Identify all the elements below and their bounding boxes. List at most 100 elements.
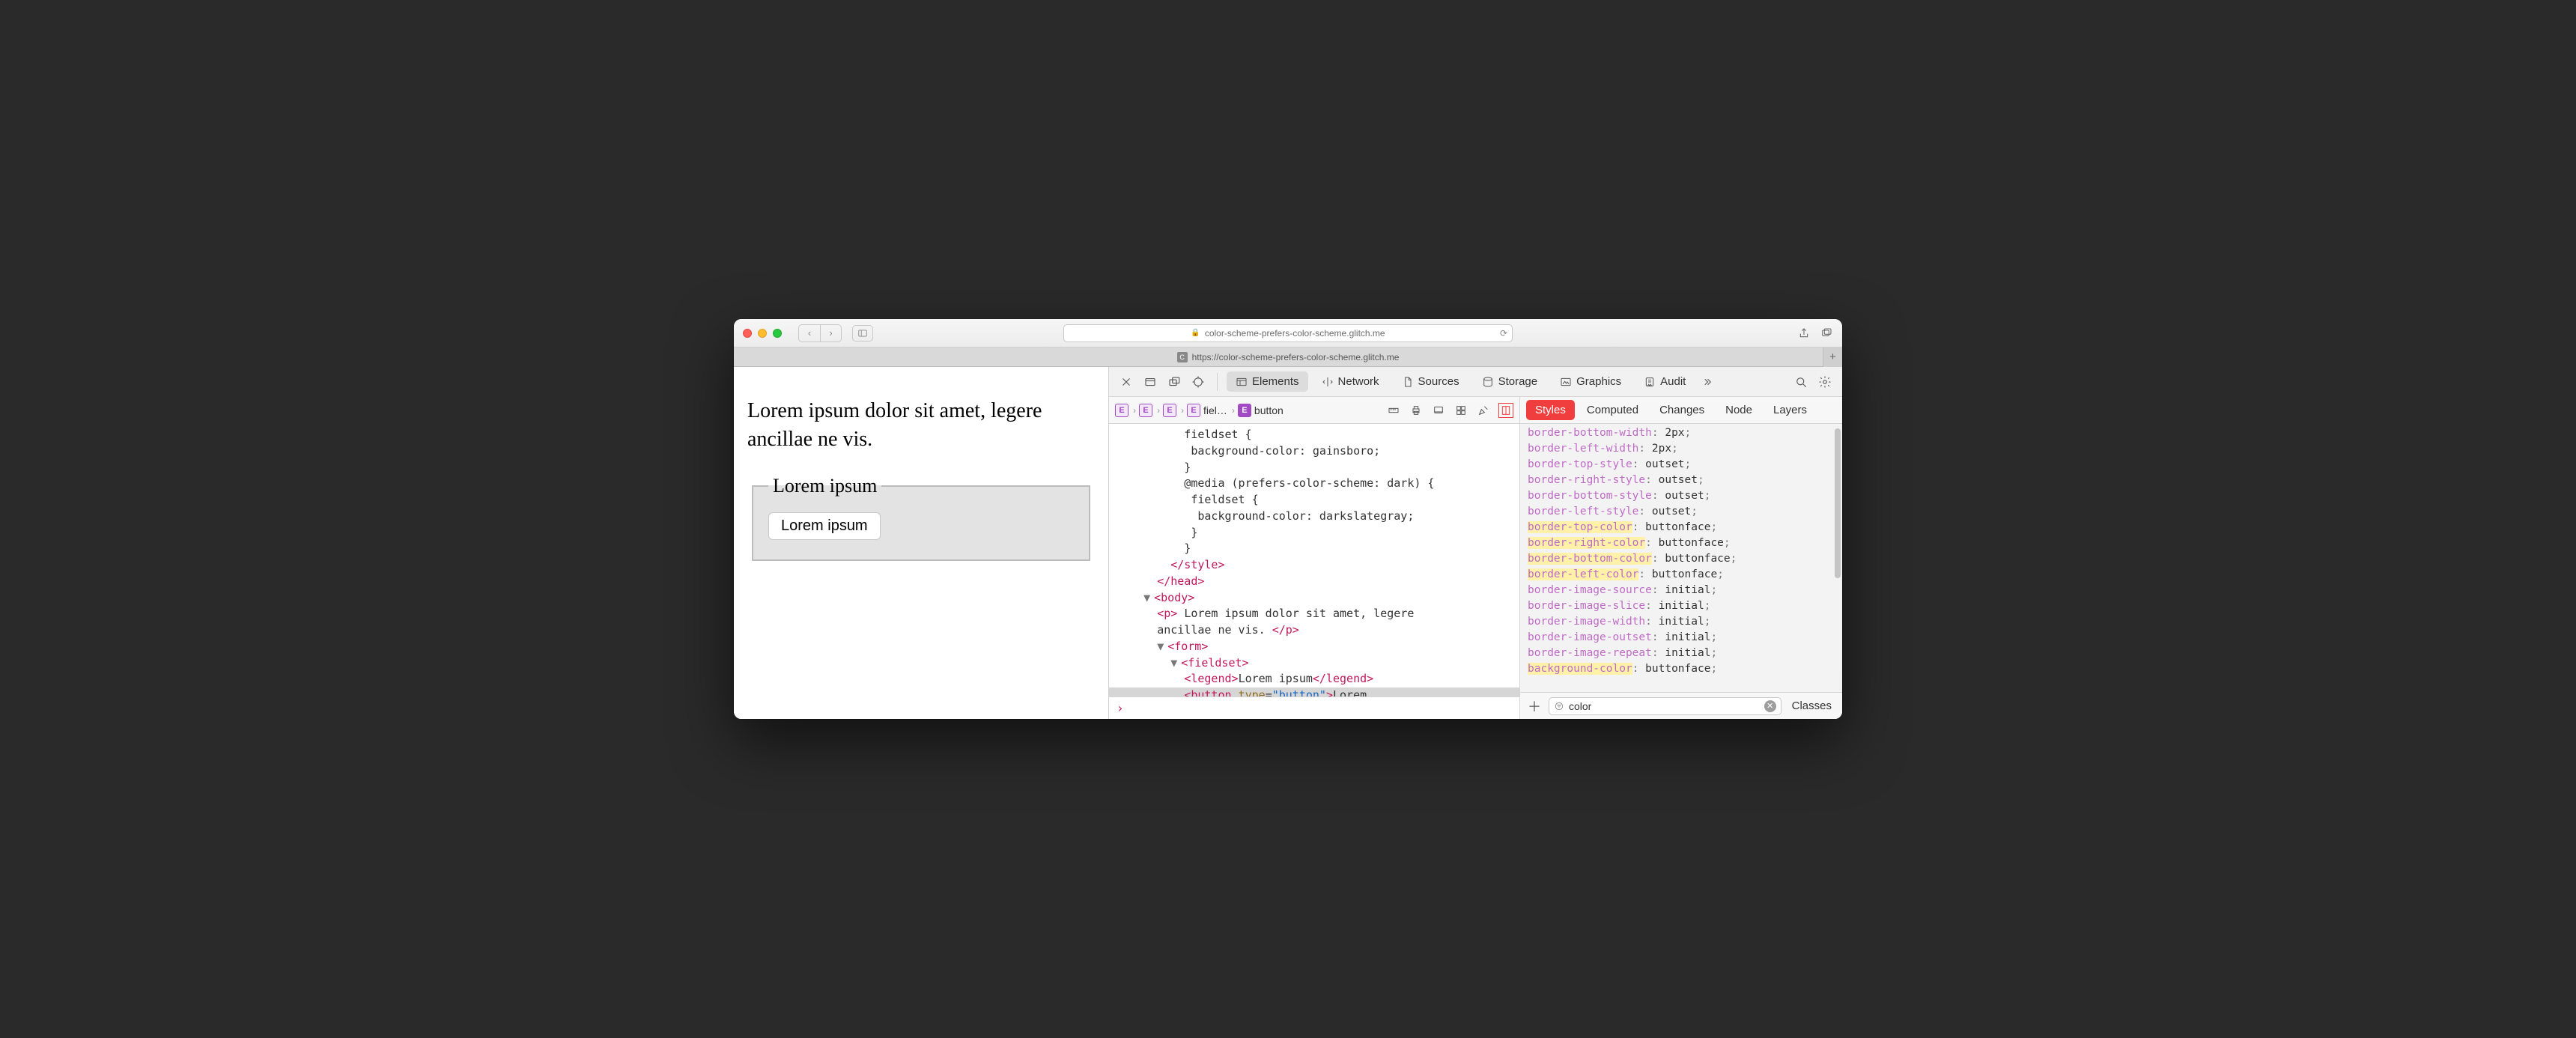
inspect-element-button[interactable]	[1188, 372, 1208, 392]
style-property-row[interactable]: border-bottom-width: 2px;	[1528, 425, 1835, 441]
tab-network[interactable]: Network	[1313, 371, 1388, 392]
dom-line[interactable]: }	[1117, 461, 1191, 474]
close-window-button[interactable]	[743, 329, 752, 338]
compositing-icon[interactable]	[1498, 403, 1513, 418]
page-paragraph: Lorem ipsum dolor sit amet, legere ancil…	[747, 397, 1095, 454]
styles-filter-input[interactable]: color ✕	[1549, 697, 1781, 715]
dom-line[interactable]: ▼<body>	[1117, 591, 1194, 604]
dom-toolbar-icons	[1386, 403, 1513, 418]
paint-icon[interactable]	[1476, 403, 1491, 418]
tab-overview-button[interactable]	[1820, 327, 1833, 340]
forward-button[interactable]: ›	[820, 325, 841, 342]
share-button[interactable]	[1797, 327, 1811, 340]
grid-icon[interactable]	[1453, 403, 1468, 418]
tab-elements-label: Elements	[1252, 375, 1299, 388]
styles-tab-node[interactable]: Node	[1716, 400, 1761, 420]
style-property-row[interactable]: border-image-source: initial;	[1528, 583, 1835, 598]
style-property-row[interactable]: border-top-style: outset;	[1528, 457, 1835, 473]
close-devtools-button[interactable]	[1117, 372, 1136, 392]
styles-tab-layers[interactable]: Layers	[1764, 400, 1816, 420]
dom-line[interactable]: fieldset {	[1117, 493, 1259, 506]
clear-filter-button[interactable]: ✕	[1764, 700, 1776, 712]
tab-title[interactable]: https://color-scheme-prefers-color-schem…	[1192, 352, 1400, 362]
breadcrumb-item-selected[interactable]: Ebutton	[1238, 404, 1284, 417]
page-fieldset: Lorem ipsum Lorem ipsum	[752, 475, 1090, 561]
reload-button[interactable]: ⟳	[1500, 328, 1507, 339]
dom-line[interactable]: ▼<form>	[1117, 640, 1208, 653]
style-property-row[interactable]: background-color: buttonface;	[1528, 661, 1835, 677]
dom-line[interactable]: ancillae ne vis. </p>	[1117, 623, 1299, 637]
tab-storage[interactable]: Storage	[1473, 371, 1547, 392]
breadcrumb-item[interactable]: Efiel…›	[1187, 404, 1236, 417]
devtools-body: E› E› E› Efiel…› Ebutton	[1109, 397, 1842, 719]
overflow-tabs-button[interactable]	[1699, 372, 1719, 392]
style-property-row[interactable]: border-image-repeat: initial;	[1528, 646, 1835, 661]
print-icon[interactable]	[1409, 403, 1424, 418]
device-icon[interactable]	[1431, 403, 1446, 418]
filter-icon	[1554, 701, 1564, 711]
back-button[interactable]: ‹	[799, 325, 820, 342]
filter-value: color	[1569, 700, 1591, 712]
dom-line[interactable]: }	[1117, 526, 1197, 539]
dock-side-button[interactable]	[1140, 372, 1160, 392]
tab-audit[interactable]: Audit	[1635, 371, 1695, 392]
breadcrumb-item[interactable]: E›	[1163, 404, 1185, 417]
ruler-icon[interactable]	[1386, 403, 1401, 418]
search-button[interactable]	[1791, 372, 1811, 392]
style-property-row[interactable]: border-left-style: outset;	[1528, 504, 1835, 520]
styles-tab-changes[interactable]: Changes	[1650, 400, 1713, 420]
style-property-row[interactable]: border-left-color: buttonface;	[1528, 567, 1835, 583]
dom-line[interactable]: </style>	[1117, 558, 1225, 571]
new-tab-button[interactable]: +	[1823, 347, 1842, 367]
tab-graphics[interactable]: Graphics	[1551, 371, 1630, 392]
tab-sources[interactable]: Sources	[1393, 371, 1468, 392]
minimize-window-button[interactable]	[758, 329, 767, 338]
tab-network-label: Network	[1338, 375, 1379, 388]
dom-line[interactable]: }	[1117, 541, 1191, 555]
styles-tab-styles[interactable]: Styles	[1526, 400, 1575, 420]
console-prompt-chevron: ›	[1117, 701, 1124, 715]
dom-line[interactable]: <p> Lorem ipsum dolor sit amet, legere	[1117, 607, 1414, 620]
style-property-row[interactable]: border-right-style: outset;	[1528, 473, 1835, 488]
style-property-row[interactable]: border-top-color: buttonface;	[1528, 520, 1835, 535]
tab-audit-label: Audit	[1660, 375, 1686, 388]
dock-popout-button[interactable]	[1164, 372, 1184, 392]
dom-line[interactable]: background-color: gainsboro;	[1117, 444, 1380, 458]
style-property-row[interactable]: border-left-width: 2px;	[1528, 441, 1835, 457]
titlebar-right	[1797, 327, 1833, 340]
breadcrumb-item[interactable]: E›	[1139, 404, 1161, 417]
dom-line[interactable]: background-color: darkslategray;	[1117, 509, 1414, 523]
tab-favicon: C	[1177, 352, 1188, 362]
style-property-row[interactable]: border-image-slice: initial;	[1528, 598, 1835, 614]
styles-list[interactable]: border-bottom-width: 2px;border-left-wid…	[1520, 424, 1842, 692]
console-prompt[interactable]: ›	[1109, 696, 1519, 719]
dom-line[interactable]: fieldset {	[1117, 428, 1252, 441]
style-property-row[interactable]: border-bottom-color: buttonface;	[1528, 551, 1835, 567]
style-property-row[interactable]: border-image-outset: initial;	[1528, 630, 1835, 646]
dom-pane: E› E› E› Efiel…› Ebutton	[1109, 397, 1520, 719]
dom-line[interactable]: <button type="button">Lorem	[1109, 688, 1519, 696]
styles-tab-computed[interactable]: Computed	[1578, 400, 1647, 420]
new-rule-button[interactable]: ＋	[1526, 698, 1543, 714]
breadcrumb-item[interactable]: E›	[1115, 404, 1137, 417]
settings-button[interactable]	[1815, 372, 1835, 392]
page-legend: Lorem ipsum	[768, 475, 881, 497]
content-row: Lorem ipsum dolor sit amet, legere ancil…	[734, 367, 1842, 719]
tab-storage-label: Storage	[1498, 375, 1538, 388]
dom-line[interactable]: <legend>Lorem ipsum</legend>	[1117, 672, 1373, 685]
style-property-row[interactable]: border-bottom-style: outset;	[1528, 488, 1835, 504]
style-property-row[interactable]: border-image-width: initial;	[1528, 614, 1835, 630]
zoom-window-button[interactable]	[773, 329, 782, 338]
style-property-row[interactable]: border-right-color: buttonface;	[1528, 535, 1835, 551]
page-form: Lorem ipsum Lorem ipsum	[747, 475, 1095, 561]
url-bar[interactable]: 🔒 color-scheme-prefers-color-scheme.glit…	[1063, 324, 1513, 342]
page-button[interactable]: Lorem ipsum	[768, 512, 881, 540]
dom-line[interactable]: ▼<fieldset>	[1117, 656, 1249, 670]
dom-line[interactable]: @media (prefers-color-scheme: dark) {	[1117, 476, 1434, 490]
tab-elements[interactable]: Elements	[1227, 371, 1308, 392]
show-sidebar-button[interactable]	[852, 325, 873, 342]
dom-tree[interactable]: fieldset { background-color: gainsboro; …	[1109, 424, 1519, 696]
dom-line[interactable]: </head>	[1117, 574, 1204, 588]
styles-tabs: Styles Computed Changes Node Layers	[1520, 397, 1842, 424]
classes-button[interactable]: Classes	[1787, 699, 1836, 712]
